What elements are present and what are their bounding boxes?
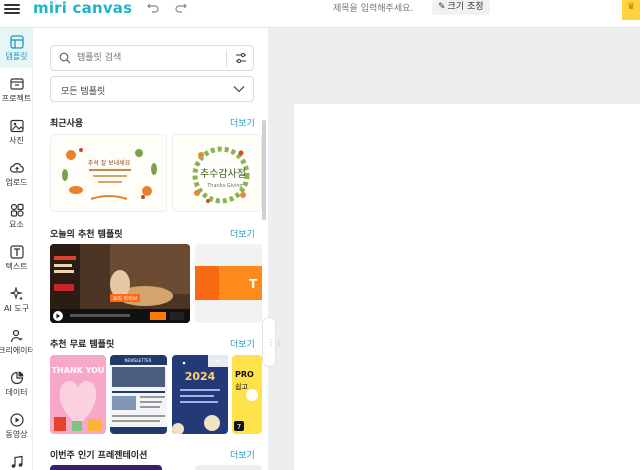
promo-yellow-image: PRO 쉽고 7 [232, 355, 262, 434]
new-year-2024-image: 2024 [172, 355, 228, 434]
search-box [50, 45, 254, 71]
section-title-weekly: 이번주 인기 프레젠테이션 [50, 451, 148, 461]
undo-icon[interactable] [146, 0, 160, 14]
sidebar-item-video[interactable]: 동영상 [0, 406, 33, 446]
template-type-select[interactable]: 모든 템플릿 [50, 76, 254, 102]
weekly-more-link[interactable]: 더보기 [230, 448, 255, 461]
template-thumb[interactable]: NEWSLETTER [110, 355, 167, 434]
recent-thumb-text: 추수감사절 [200, 167, 246, 180]
thanks-giving-card-image: 추수감사절 Thanks Giving [192, 146, 250, 204]
free-thumb-text: THANK YOU [52, 366, 105, 375]
pencil-icon: ✎ [438, 2, 446, 12]
chevron-down-icon [233, 86, 245, 93]
thank-you-card-image: THANK YOU [50, 355, 106, 434]
template-thumb[interactable]: PRO 쉽고 7 [232, 355, 262, 434]
music-icon [11, 455, 23, 468]
section-title-recent: 최근사용 [50, 119, 84, 129]
free-more-link[interactable]: 더보기 [230, 337, 255, 350]
section-title-free: 추천 무료 템플릿 [50, 340, 115, 350]
today-more-link[interactable]: 더보기 [230, 227, 255, 240]
template-thumb[interactable]: T [195, 244, 262, 323]
project-icon [9, 78, 24, 90]
data-chart-icon [10, 371, 23, 385]
crown-icon: ♛ [627, 2, 636, 12]
resize-label: 크기 조정 [447, 2, 484, 12]
template-thumb[interactable]: 2024 [172, 355, 228, 434]
sidebar-item-text[interactable]: 텍스트 [0, 238, 33, 278]
sidebar-item-photo[interactable]: 사진 [0, 112, 33, 152]
sidebar-item-ai-tools[interactable]: AI 도구 [0, 280, 33, 320]
search-input[interactable] [77, 50, 217, 66]
menu-icon[interactable] [4, 2, 20, 16]
sidebar-item-upload[interactable]: 업로드 [0, 154, 33, 194]
today-thumb-text: T [249, 277, 258, 291]
search-icon [59, 52, 71, 64]
premium-button[interactable]: ♛ [622, 0, 640, 20]
section-title-today: 오늘의 추천 템플릿 [50, 230, 123, 240]
sidebar-item-template[interactable]: 템플릿 [0, 28, 33, 68]
design-page[interactable] [294, 104, 640, 470]
resize-button[interactable]: ✎ 크기 조정 [432, 0, 490, 15]
free-thumb-text: PRO [235, 370, 254, 379]
free-thumb-text: 2024 [185, 370, 216, 383]
sidebar-item-music[interactable] [0, 448, 33, 470]
today-thumb-text: 요리 라이브 [113, 295, 138, 302]
recent-thumb-text: 추석 잘 보내세요 [88, 159, 131, 167]
template-thumb[interactable]: THANK YOU [50, 355, 106, 434]
creator-icon [10, 329, 23, 343]
select-value: 모든 템플릿 [61, 87, 106, 97]
filter-sliders-icon[interactable] [234, 51, 248, 65]
video-icon [9, 413, 24, 427]
logo[interactable]: miri canvas [33, 0, 132, 17]
template-thumb[interactable]: 추석 잘 보내세요 [50, 134, 167, 212]
orange-banner-image: T [195, 244, 262, 323]
sidebar-item-creator[interactable]: 크리에이터 [0, 322, 35, 362]
text-icon [9, 245, 24, 259]
newsletter-image: NEWSLETTER [110, 355, 167, 434]
free-thumb-text: NEWSLETTER [125, 358, 152, 363]
ai-sparkle-icon [9, 287, 23, 301]
drag-handle-icon: ⋮⋮ [267, 338, 283, 347]
sidebar-rail: 템플릿 프로젝트 사진 업로드 요소 텍스트 AI 도구 크리에이터 데이터 동… [0, 28, 35, 470]
search-divider [226, 50, 227, 67]
template-thumb[interactable]: 요리 라이브 [50, 244, 190, 323]
template-thumb[interactable]: 추수감사절 Thanks Giving [172, 134, 262, 212]
template-thumb[interactable] [195, 465, 262, 470]
free-thumb-badge: 7 [237, 423, 241, 431]
top-bar: miri canvas 제목을 입력해주세요. ✎ 크기 조정 ♛ [0, 0, 640, 28]
free-thumb-subtext: 쉽고 [235, 382, 248, 391]
template-panel: 모든 템플릿 최근사용 더보기 추석 잘 보내세요 추수감사절 Thanks G… [33, 28, 268, 470]
cooking-live-image: 요리 라이브 [50, 244, 190, 323]
panel-scrollbar[interactable] [262, 120, 266, 220]
thanksgiving-card-image: 추석 잘 보내세요 [62, 148, 157, 200]
sidebar-item-project[interactable]: 프로젝트 [0, 70, 33, 110]
template-thumb[interactable] [50, 465, 162, 470]
panel-collapse-handle[interactable]: ⋮⋮ [262, 317, 283, 367]
elements-icon [10, 203, 24, 217]
sidebar-item-data[interactable]: 데이터 [0, 364, 33, 404]
recent-more-link[interactable]: 더보기 [230, 116, 255, 129]
redo-icon[interactable] [174, 0, 188, 14]
recent-thumb-subtext: Thanks Giving [206, 183, 243, 189]
document-title-input[interactable]: 제목을 입력해주세요. [333, 1, 413, 14]
photo-icon [9, 119, 24, 133]
upload-cloud-icon [9, 163, 24, 173]
template-icon [9, 35, 24, 49]
sidebar-item-elements[interactable]: 요소 [0, 196, 33, 236]
